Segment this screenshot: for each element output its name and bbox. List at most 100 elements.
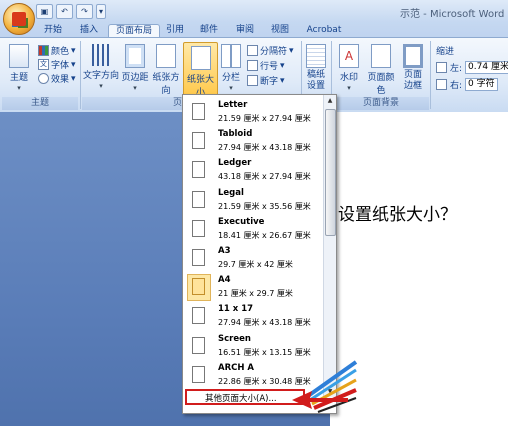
theme-colors-button[interactable]: 颜色 ▾ <box>38 44 76 57</box>
themes-icon <box>9 44 29 68</box>
paper-size-item[interactable]: Executive 18.41 厘米 x 26.67 厘米 <box>183 215 323 244</box>
page-thumbnail-icon <box>192 365 205 383</box>
margins-button[interactable]: 页边距 ▾ <box>120 44 150 93</box>
paper-size-item[interactable]: A3 29.7 厘米 x 42 厘米 <box>183 244 323 273</box>
theme-effects-button[interactable]: 效果 ▾ <box>38 72 76 85</box>
columns-button[interactable]: 分栏 ▾ <box>219 44 243 93</box>
watermark-button[interactable]: A 水印 ▾ <box>336 44 362 93</box>
page-thumbnail-icon <box>192 103 205 120</box>
colors-icon <box>38 45 49 56</box>
draft-paper-icon <box>306 44 326 68</box>
page-color-icon <box>371 44 391 68</box>
breaks-button[interactable]: 分隔符 ▾ <box>247 44 294 57</box>
orientation-icon <box>156 44 176 68</box>
paper-size-item[interactable]: Tabloid 27.94 厘米 x 43.18 厘米 <box>183 127 323 156</box>
paper-size-dimensions: 18.41 厘米 x 26.67 厘米 <box>218 230 311 240</box>
group-label-page-background: 页面背景 <box>333 97 429 110</box>
tab-view[interactable]: 视图 <box>265 24 295 37</box>
page-thumbnail-icon <box>192 278 205 296</box>
page-thumbnail-icon <box>192 161 205 179</box>
more-paper-sizes-button[interactable]: 其他页面大小(A)... <box>185 389 305 405</box>
text-direction-button[interactable]: 文字方向 ▾ <box>83 44 119 91</box>
theme-fonts-button[interactable]: 文 字体 ▾ <box>38 58 76 71</box>
annotation-arrow-icon <box>292 360 358 413</box>
title-bar: ▣ ↶ ↷ ▾ 示范 - Microsoft Word <box>0 0 508 22</box>
tab-page-layout[interactable]: 页面布局 <box>108 24 160 38</box>
indent-left: 左: 0.74 厘米 <box>436 61 508 74</box>
paper-size-name: Tabloid <box>218 129 253 140</box>
indent-right: 右: 0 字符 <box>436 78 498 91</box>
paper-size-name: 11 x 17 <box>218 304 254 315</box>
page-thumbnail-icon <box>192 249 205 266</box>
quick-access-toolbar: ▣ ↶ ↷ ▾ <box>36 4 106 19</box>
themes-button[interactable]: 主题 ▾ <box>6 44 32 93</box>
group-separator <box>80 41 81 109</box>
tab-review[interactable]: 审阅 <box>230 24 260 37</box>
paper-size-dimensions: 21.59 厘米 x 27.94 厘米 <box>218 114 311 123</box>
dropdown-scrollbar[interactable]: ▲ ▼ <box>323 95 336 397</box>
line-numbers-icon <box>247 60 258 71</box>
group-separator <box>430 41 431 109</box>
paper-size-item[interactable]: Legal 21.59 厘米 x 35.56 厘米 <box>183 186 323 215</box>
indent-right-input[interactable]: 0 字符 <box>465 78 498 91</box>
paper-size-name: Executive <box>218 216 265 227</box>
paper-size-dimensions: 27.94 厘米 x 43.18 厘米 <box>218 143 311 153</box>
tab-home[interactable]: 开始 <box>36 24 70 37</box>
paper-size-name: Screen <box>218 333 251 344</box>
page-thumbnail-icon <box>192 132 205 150</box>
indent-label: 缩进 <box>436 47 455 57</box>
scroll-thumb[interactable] <box>325 109 336 236</box>
margins-icon <box>125 44 145 68</box>
size-button[interactable]: 纸张大小▾ <box>183 42 218 107</box>
paper-size-name: Letter <box>218 100 248 110</box>
scroll-up-icon[interactable]: ▲ <box>324 95 336 106</box>
indent-left-icon <box>436 62 447 73</box>
paper-size-dimensions: 21.59 厘米 x 35.56 厘米 <box>218 201 311 211</box>
page-thumbnail-icon <box>192 336 205 354</box>
paper-size-dimensions: 21 厘米 x 29.7 厘米 <box>218 289 293 299</box>
office-button[interactable] <box>3 3 35 35</box>
paper-size-item[interactable]: A4 21 厘米 x 29.7 厘米 <box>183 273 323 302</box>
group-label-theme: 主题 <box>2 97 78 110</box>
hyphenation-button[interactable]: 断字 ▾ <box>247 74 285 87</box>
page-thumbnail-icon <box>192 219 205 237</box>
paper-size-name: ARCH A <box>218 362 255 373</box>
tab-acrobat[interactable]: Acrobat <box>302 24 346 37</box>
paper-size-dimensions: 16.51 厘米 x 13.15 厘米 <box>218 347 311 357</box>
paper-size-dimensions: 29.7 厘米 x 42 厘米 <box>218 260 293 269</box>
paper-size-dimensions: 43.18 厘米 x 27.94 厘米 <box>218 172 311 182</box>
text-direction-icon <box>92 44 110 66</box>
tab-mailings[interactable]: 邮件 <box>194 24 224 37</box>
redo-icon[interactable]: ↷ <box>76 4 93 19</box>
watermark-icon: A <box>339 44 359 68</box>
paper-size-item[interactable]: Ledger 43.18 厘米 x 27.94 厘米 <box>183 156 323 185</box>
page-thumbnail-icon <box>192 190 205 208</box>
tab-insert[interactable]: 插入 <box>72 24 106 37</box>
paper-size-item[interactable]: Letter 21.59 厘米 x 27.94 厘米 <box>183 98 323 127</box>
paper-size-item[interactable]: Screen 16.51 厘米 x 13.15 厘米 <box>183 332 323 361</box>
paper-size-item[interactable]: 11 x 17 27.94 厘米 x 43.18 厘米 <box>183 302 323 331</box>
customize-qat-icon[interactable]: ▾ <box>96 4 106 19</box>
effects-icon <box>38 73 49 84</box>
paper-size-name: Legal <box>218 187 244 198</box>
tab-references[interactable]: 引用 <box>160 24 190 37</box>
paper-size-name: A4 <box>218 275 231 286</box>
indent-right-icon <box>436 79 447 90</box>
office-logo-icon <box>12 12 26 26</box>
columns-icon <box>221 44 241 68</box>
paper-size-name: A3 <box>218 246 231 256</box>
paper-size-icon <box>190 46 211 70</box>
page-borders-icon <box>403 44 423 68</box>
indent-left-input[interactable]: 0.74 厘米 <box>465 61 508 74</box>
paper-size-name: Ledger <box>218 158 252 169</box>
page-thumbnail-icon <box>192 307 205 325</box>
line-numbers-button[interactable]: 行号 ▾ <box>247 59 285 72</box>
save-icon[interactable]: ▣ <box>36 4 53 19</box>
draft-paper-button[interactable]: 稿纸设置 <box>303 44 329 92</box>
paper-size-dimensions: 27.94 厘米 x 43.18 厘米 <box>218 318 311 328</box>
page-borders-button[interactable]: 页面边框 <box>400 44 426 92</box>
document-text: 设置纸张大小？ <box>338 205 457 225</box>
undo-icon[interactable]: ↶ <box>56 4 73 19</box>
breaks-icon <box>247 45 258 56</box>
ribbon-tabs: 开始 插入 页面布局 引用 邮件 审阅 视图 Acrobat <box>0 22 508 38</box>
